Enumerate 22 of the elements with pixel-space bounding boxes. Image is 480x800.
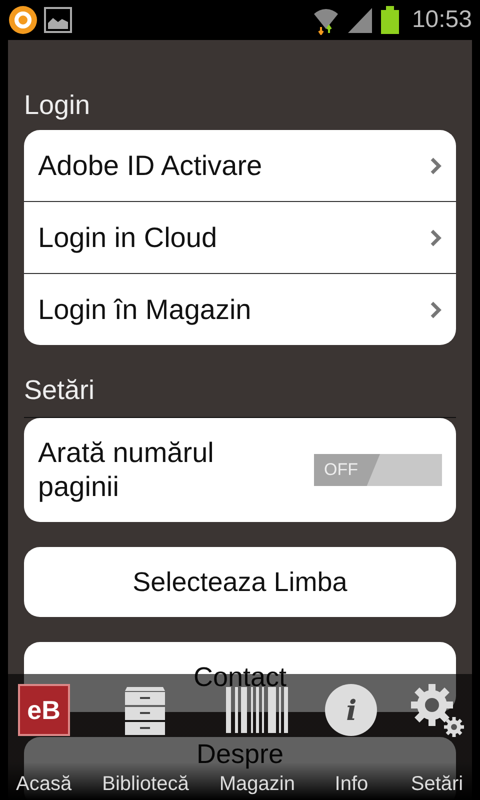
ebook-logo[interactable]: eB <box>18 684 70 736</box>
nav-tab-label[interactable]: Info <box>334 773 368 796</box>
status-time: 10:53 <box>412 6 472 34</box>
nav-tab-label[interactable]: Setări <box>410 773 464 796</box>
signal-icon <box>346 6 374 34</box>
barcode-icon[interactable] <box>226 687 288 733</box>
info-icon[interactable]: i <box>325 684 378 736</box>
nav-tab-label[interactable]: Acasă <box>16 773 72 796</box>
section-title: Login <box>24 88 92 122</box>
menu-button[interactable]: Selecteaza Limba <box>24 547 456 617</box>
menu-item[interactable]: Login în Magazin <box>24 274 456 345</box>
menu-item[interactable]: Adobe ID Activare <box>24 130 456 201</box>
chevron-right-icon <box>430 228 442 246</box>
battery-icon <box>380 5 400 35</box>
setting-label: Arată numărul paginii <box>38 436 215 504</box>
chevron-right-icon <box>430 156 442 174</box>
menu-item[interactable]: Login in Cloud <box>24 202 456 273</box>
image-notification-icon <box>44 7 72 33</box>
nav-tab-label[interactable]: Magazin <box>219 773 295 796</box>
nav-tab-label[interactable]: Bibliotecă <box>102 773 189 796</box>
chevron-right-icon <box>430 300 442 318</box>
app-notification-icon <box>8 5 38 35</box>
